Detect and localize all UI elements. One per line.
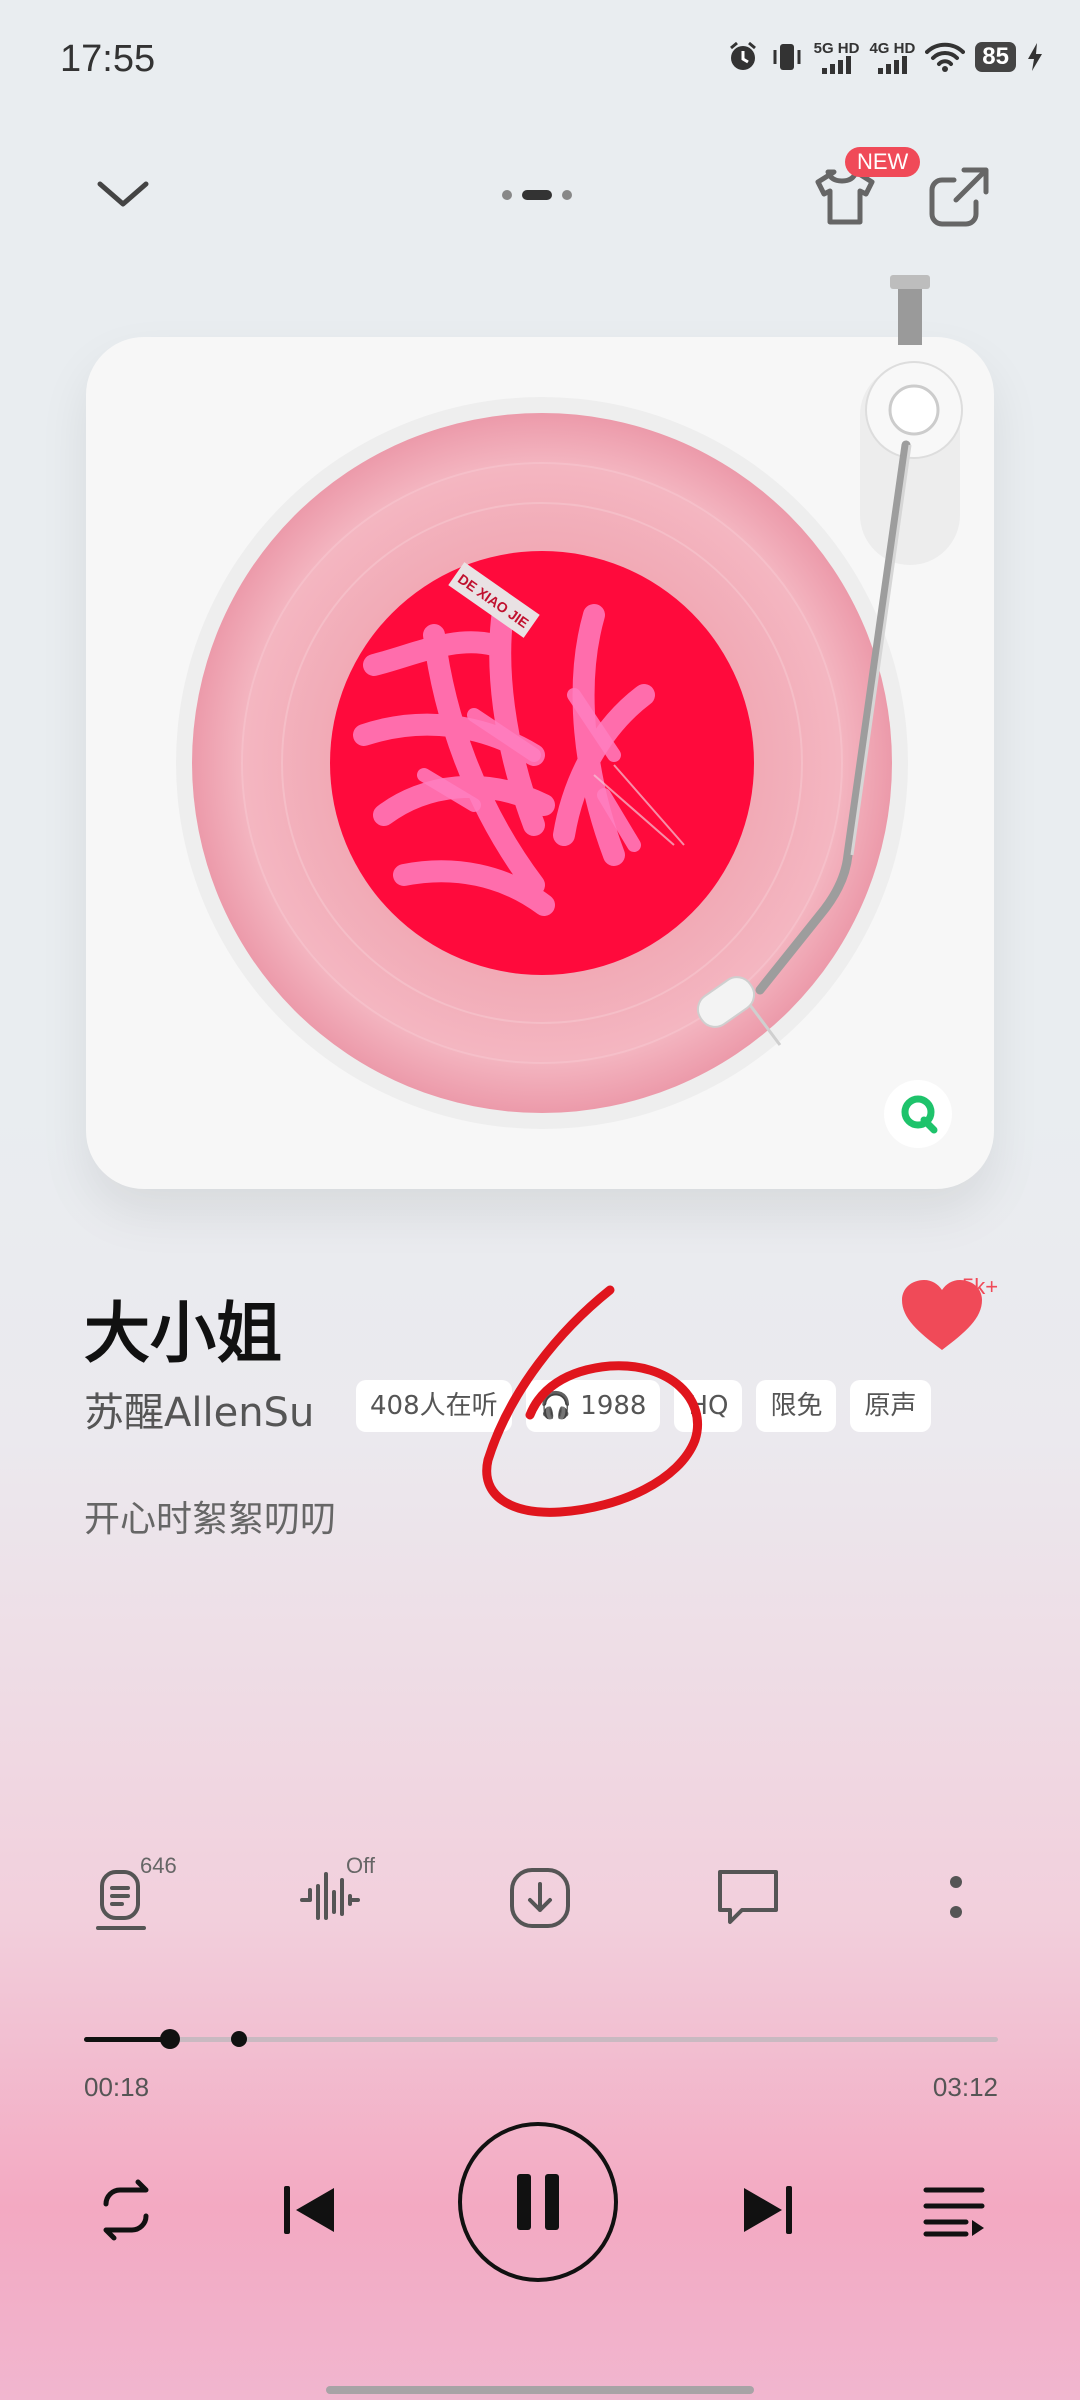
- alarm-icon: [729, 41, 756, 70]
- download-button[interactable]: [500, 1858, 580, 1938]
- status-time: 17:55: [60, 38, 156, 80]
- elapsed-time: 00:18: [84, 2072, 150, 2102]
- more-icon: [950, 1876, 962, 1918]
- repeat-button[interactable]: [86, 2170, 166, 2250]
- charging-icon: [1028, 43, 1042, 71]
- download-icon: [510, 1868, 570, 1928]
- buffer-marker: [231, 2031, 248, 2047]
- sound-effect-state: Off: [346, 1853, 375, 1878]
- song-subtitle: 开心时絮絮叨叨: [84, 1499, 337, 1540]
- lyrics-count: 646: [140, 1853, 177, 1878]
- previous-button[interactable]: [270, 2170, 350, 2250]
- pause-button[interactable]: [458, 2122, 618, 2282]
- next-icon: [744, 2186, 792, 2234]
- wifi-icon: [925, 42, 966, 72]
- free-tag[interactable]: 限免: [756, 1380, 837, 1432]
- comment-icon: [718, 1870, 778, 1924]
- song-title: 大小姐: [84, 1295, 282, 1372]
- pause-icon: [545, 2174, 559, 2230]
- like-count: 5k+: [962, 1274, 999, 1299]
- total-time: 03:12: [932, 2072, 998, 2102]
- new-badge: NEW: [845, 147, 921, 177]
- artist-name[interactable]: 苏醒AllenSu: [84, 1380, 314, 1438]
- progress-thumb[interactable]: [159, 2029, 180, 2049]
- vibrate-icon: [773, 44, 801, 70]
- share-button[interactable]: [924, 162, 994, 232]
- comment-button[interactable]: [708, 1858, 788, 1938]
- repeat-icon: [103, 2179, 149, 2241]
- tonearm: [696, 275, 963, 1046]
- more-button[interactable]: [916, 1858, 996, 1938]
- home-indicator[interactable]: [326, 2386, 754, 2394]
- pause-icon: [517, 2174, 531, 2230]
- page-indicator: [502, 190, 572, 200]
- share-icon: [929, 167, 989, 227]
- progress-track[interactable]: [84, 2037, 998, 2042]
- battery-level: 85: [975, 42, 1016, 72]
- hand-drawn-annotation: [482, 1285, 702, 1517]
- signal-4g: 4G HD: [869, 41, 915, 74]
- signal-5g: 5G HD: [814, 41, 859, 74]
- playlist-icon: [923, 2187, 985, 2237]
- chevron-down-icon: [97, 181, 149, 207]
- status-icons: 5G HD 4G HD 85: [726, 40, 1044, 74]
- collapse-button[interactable]: [88, 160, 158, 230]
- previous-icon: [284, 2186, 334, 2234]
- progress-fill: [84, 2037, 170, 2042]
- qq-music-logo-icon[interactable]: [882, 1078, 954, 1150]
- playlist-button[interactable]: [914, 2170, 994, 2250]
- original-tag[interactable]: 原声: [850, 1380, 931, 1432]
- next-button[interactable]: [728, 2170, 808, 2250]
